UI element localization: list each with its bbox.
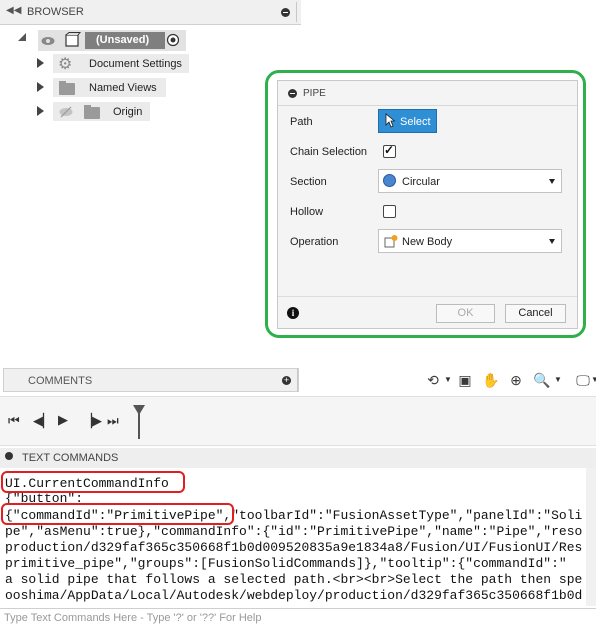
visibility-eye-icon[interactable] <box>41 34 55 46</box>
pipe-dialog: PIPE Path Select Chain Selection ✓ Secti… <box>277 80 578 329</box>
comments-title: COMMENTS <box>28 375 93 387</box>
output-line: primitive_pipe","groups":[FusionSolidCom… <box>5 556 567 571</box>
expand-named-views-icon[interactable] <box>37 82 44 92</box>
timeline-bar: ⏮ ◀▏ ▶ ▕▶ ⏭ <box>0 396 596 446</box>
chevron-down-icon <box>549 179 555 184</box>
path-select-button[interactable]: Select <box>378 109 437 133</box>
look-at-icon[interactable]: ▣ <box>454 369 476 391</box>
text-commands-output[interactable]: UI.CurrentCommandInfo {"button": {"comma… <box>0 468 596 606</box>
add-comment-button[interactable]: + <box>282 376 291 385</box>
folder-icon <box>59 81 75 95</box>
browser-header: ◀◀ BROWSER <box>0 0 301 25</box>
hollow-checkbox[interactable] <box>383 205 396 218</box>
pan-hand-icon[interactable]: ✋ <box>480 369 502 391</box>
cursor-arrow-icon <box>385 113 396 131</box>
collapse-icon[interactable] <box>5 452 13 460</box>
section-dropdown[interactable]: Circular <box>378 169 562 193</box>
dialog-collapse-button[interactable] <box>288 89 297 98</box>
tree-item-label: Document Settings <box>89 58 182 70</box>
dialog-title: PIPE <box>303 88 326 99</box>
expand-origin-icon[interactable] <box>37 106 44 116</box>
expand-document-settings-icon[interactable] <box>37 58 44 68</box>
zoom-dropdown-icon[interactable]: ▼ <box>554 375 562 384</box>
resize-handle[interactable] <box>296 2 297 22</box>
component-icon <box>63 32 82 48</box>
step-back-icon[interactable]: ◀▏ <box>33 413 53 429</box>
timeline-marker-line[interactable] <box>138 413 140 439</box>
info-icon[interactable]: i <box>287 307 299 319</box>
operation-dropdown[interactable]: New Body <box>378 229 562 253</box>
gear-icon: ⚙ <box>58 56 73 73</box>
activate-radio-icon[interactable] <box>166 33 180 47</box>
section-value: Circular <box>402 176 440 188</box>
hidden-eye-icon[interactable] <box>59 106 73 121</box>
browser-collapse-button[interactable] <box>281 8 290 17</box>
circle-section-icon <box>383 174 396 187</box>
root-label-background: (Unsaved) <box>85 32 165 49</box>
section-label: Section <box>290 176 327 188</box>
operation-label: Operation <box>290 236 339 248</box>
comments-panel-header: COMMENTS + <box>3 368 299 392</box>
pipe-dialog-header: PIPE <box>278 81 577 106</box>
chevron-down-icon <box>549 239 555 244</box>
chain-selection-label: Chain Selection <box>290 146 368 158</box>
root-label: (Unsaved) <box>96 34 150 46</box>
checkmark-icon: ✓ <box>384 143 395 157</box>
select-label: Select <box>400 116 431 128</box>
text-command-placeholder: Type Text Commands Here - Type '?' or '?… <box>4 612 262 624</box>
operation-value: New Body <box>402 236 453 248</box>
step-forward-icon[interactable]: ▕▶ <box>82 413 102 429</box>
collapse-left-icon[interactable]: ◀◀ <box>6 5 21 16</box>
output-line: pe","asMenu":true},"commandInfo":{"id":"… <box>5 524 583 539</box>
tree-item-named-views[interactable]: Named Views <box>53 78 166 97</box>
path-label: Path <box>290 116 313 128</box>
tree-item-document-settings[interactable]: ⚙ Document Settings <box>53 54 189 73</box>
highlight-current-command-info <box>1 471 185 493</box>
chain-selection-checkbox[interactable]: ✓ <box>383 143 396 158</box>
output-line: a solid pipe that follows a selected pat… <box>5 572 583 587</box>
orbit-dropdown-icon[interactable]: ▼ <box>444 375 452 384</box>
ok-button[interactable]: OK <box>436 304 495 323</box>
browser-title: BROWSER <box>27 6 84 18</box>
zoom-icon[interactable]: ⊕ <box>505 369 527 391</box>
dialog-divider <box>278 296 577 297</box>
output-line: production/d329faf365c350668f1b0d0095208… <box>5 540 583 555</box>
vertical-scrollbar[interactable] <box>586 468 596 606</box>
go-to-start-icon[interactable]: ⏮ <box>8 413 20 429</box>
tree-item-label: Origin <box>113 106 143 118</box>
hollow-label: Hollow <box>290 206 324 218</box>
root-component-row[interactable]: (Unsaved) <box>38 30 186 51</box>
play-icon[interactable]: ▶ <box>58 412 68 428</box>
tree-item-origin[interactable]: Origin <box>53 102 150 121</box>
go-to-end-icon[interactable]: ⏭ <box>107 413 119 429</box>
new-body-icon <box>383 234 398 252</box>
highlight-command-id <box>1 503 234 525</box>
text-commands-title: TEXT COMMANDS <box>22 452 119 464</box>
text-command-input[interactable]: Type Text Commands Here - Type '?' or '?… <box>0 608 596 626</box>
tree-item-label: Named Views <box>89 82 157 94</box>
folder-icon <box>84 105 100 119</box>
orbit-icon[interactable]: ⟲ <box>422 369 444 391</box>
expand-root-icon[interactable] <box>18 33 26 41</box>
fit-zoom-icon[interactable]: 🔍 <box>531 369 553 391</box>
output-line: ooshima/AppData/Local/Autodesk/webdeploy… <box>5 588 583 603</box>
text-commands-header: TEXT COMMANDS <box>0 448 596 469</box>
resize-handle[interactable] <box>297 368 298 392</box>
display-dropdown-icon[interactable]: ▼ <box>591 375 596 384</box>
cancel-button[interactable]: Cancel <box>505 304 566 323</box>
